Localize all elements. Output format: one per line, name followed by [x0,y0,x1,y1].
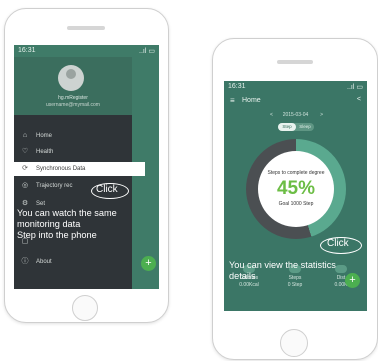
tab-sleep[interactable]: Sleep [296,123,314,131]
menu-item-health[interactable]: ♡ Health [14,145,132,159]
status-bar: 16:31 ..ıl ▭ [14,45,159,57]
add-fab-button[interactable]: + [141,256,156,271]
menu-item-label: Trajectory rec [36,183,73,189]
trajectory-icon: ◎ [21,182,29,189]
page-title: Home [242,97,261,104]
menu-item-label: Home [36,133,53,139]
drawer-header: hg.mRegister username@mymail.com [14,57,132,115]
menu-item-about[interactable]: ⓘ About [14,255,132,269]
ring-goal: Goal 1000 Step [278,201,314,207]
status-time: 16:31 [228,83,246,90]
click-hint-label: Click [96,184,118,195]
earpiece [277,60,313,64]
add-fab-button[interactable]: + [345,273,360,288]
menu-item-label: Set [36,201,46,207]
settings-icon: ⚙ [21,200,29,207]
heart-icon: ♡ [21,148,29,155]
home-icon: ⌂ [22,132,28,139]
avatar[interactable] [58,65,84,91]
stat-value: 0 Step [287,282,303,288]
menu-item-label: About [36,259,52,265]
right-phone-screen: 16:31 ..ıl ▭ ≡ Home < < 2015-03-04 > Ste… [224,81,367,311]
user-name: hg.mRegister [58,95,88,101]
current-date: 2015-03-04 [282,112,309,118]
left-phone-screen: 16:31 ..ıl ▭ hg.mRegister username@mymai… [14,45,159,289]
annotation-line: details [229,271,256,281]
info-icon: ⓘ [21,258,29,265]
distance-icon [335,265,347,273]
ring-caption: Steps to complete degree [267,170,325,176]
annotation-line: monitoring data [17,219,81,229]
signal-battery-icon: ..ıl ▭ [139,48,155,55]
status-bar: 16:31 ..ıl ▭ [224,81,367,93]
menu-item-label: Synchronous Data [36,166,86,172]
tab-step[interactable]: Step [278,123,296,131]
earpiece [67,26,105,30]
right-phone-frame: 16:31 ..ıl ▭ ≡ Home < < 2015-03-04 > Ste… [212,38,378,360]
signal-battery-icon: ..ıl ▭ [347,84,363,91]
annotation-line: You can watch the same [17,208,117,218]
navigation-drawer: hg.mRegister username@mymail.com ⌂ Home … [14,57,145,289]
annotation-line: You can view the statistics [229,260,336,270]
share-icon[interactable]: < [357,96,361,103]
home-button[interactable] [280,329,308,357]
annotation-line: Step into the phone [17,230,97,240]
click-hint-label: Click [327,238,349,249]
home-button[interactable] [72,295,98,321]
left-phone-frame: 16:31 ..ıl ▭ hg.mRegister username@mymai… [4,8,169,323]
annotation-text: You can watch the same monitoring data S… [17,208,117,241]
date-navigator: < 2015-03-04 > [224,111,367,121]
menu-item-synchronous-data[interactable]: ⟳ Synchronous Data [14,162,145,176]
step-sleep-toggle[interactable]: Step Sleep [278,123,314,131]
status-time: 16:31 [18,47,36,54]
menu-item-home[interactable]: ⌂ Home [14,129,132,143]
next-date-button[interactable]: > [320,112,323,118]
sync-icon: ⟳ [22,165,28,172]
menu-icon[interactable]: ≡ [230,96,235,105]
menu-item-label: Health [36,149,54,155]
stat-value: 0.00Kcal [239,282,259,288]
annotation-text: You can view the statistics details [229,260,336,282]
ring-percentage: 45% [276,178,316,199]
user-email: username@mymail.com [46,102,100,108]
